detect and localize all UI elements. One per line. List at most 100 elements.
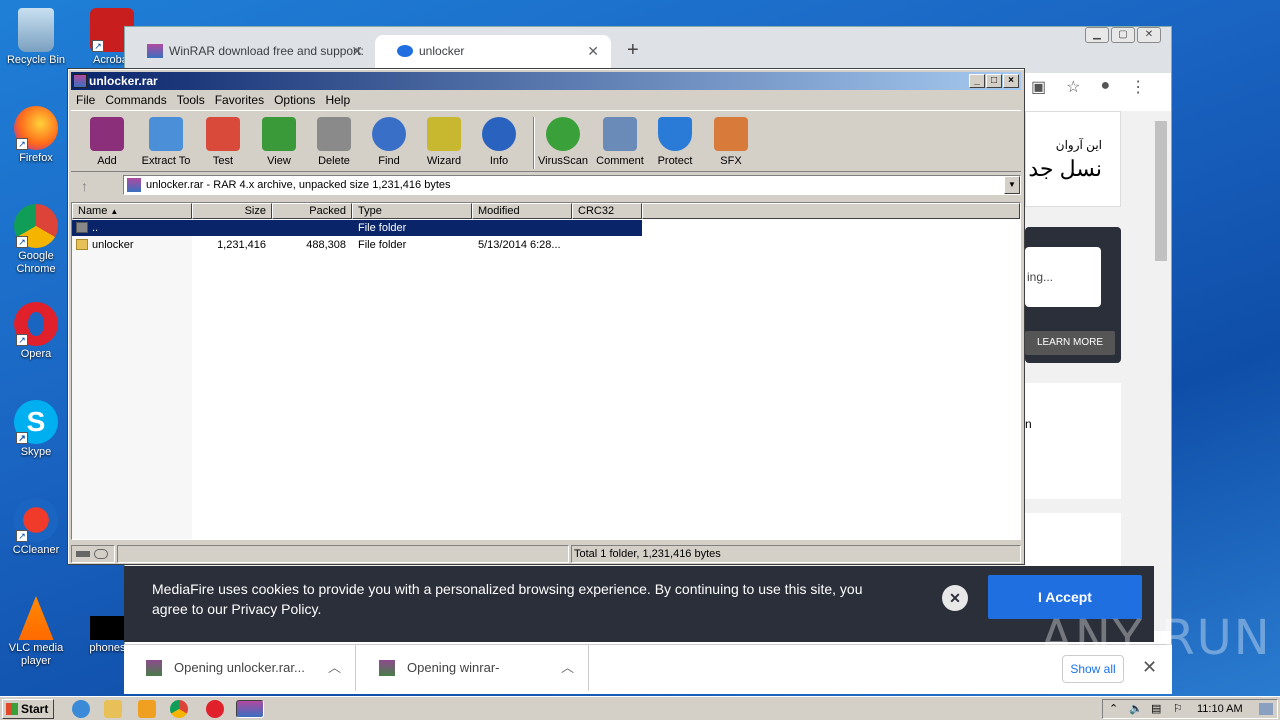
firefox-icon: ↗ [14, 106, 58, 150]
menu-bar: File Commands Tools Favorites Options Help [71, 91, 1021, 109]
toolbar-icons: ▣ ☆ ● ⋮ [1031, 77, 1146, 97]
menu-file[interactable]: File [71, 91, 100, 109]
chrome-taskbar-icon[interactable] [170, 700, 188, 718]
comment-button[interactable]: Comment [592, 117, 648, 167]
view-button[interactable]: View [251, 117, 307, 167]
menu-commands[interactable]: Commands [100, 91, 171, 109]
protect-button[interactable]: Protect [647, 117, 703, 167]
info-button[interactable]: Info [471, 117, 527, 167]
taskbar: Start ⌃ 🔈 ▤ ⚐ 11:10 AM [0, 696, 1280, 720]
desktop-icon-chrome[interactable]: ↗ Google Chrome [0, 204, 72, 276]
winrar-icon [73, 74, 87, 88]
media-player-taskbar-icon[interactable] [138, 700, 156, 718]
cell-modified: 5/13/2014 6:28... [478, 239, 561, 251]
sfx-icon [714, 117, 748, 151]
column-header-crc32[interactable]: CRC32 [572, 203, 642, 219]
tab-close-icon[interactable]: ✕ [587, 35, 599, 67]
menu-tools[interactable]: Tools [172, 91, 210, 109]
sort-arrow-icon: ▲ [110, 207, 119, 216]
menu-help[interactable]: Help [320, 91, 355, 109]
drive-icon [76, 551, 90, 557]
winrar-taskbar-icon[interactable] [236, 700, 264, 718]
toolbar-label: SFX [720, 155, 742, 167]
ad-text-1: این آروان [1055, 138, 1102, 152]
bookmark-star-icon[interactable]: ☆ [1066, 77, 1080, 97]
extract-to-button[interactable]: Extract To [138, 117, 194, 167]
content-panel: n [1025, 383, 1121, 499]
folder-icon [76, 239, 88, 250]
explorer-taskbar-icon[interactable] [104, 700, 122, 718]
profile-icon[interactable]: ● [1100, 77, 1110, 97]
chevron-up-icon[interactable]: ︿ [561, 645, 574, 691]
sfx-button[interactable]: SFX [703, 117, 759, 167]
comment-icon [603, 117, 637, 151]
protect-icon [658, 117, 692, 151]
chrome-icon: ↗ [14, 204, 58, 248]
virusscan-button[interactable]: VirusScan [535, 117, 591, 167]
file-list: Name ▲ Size Packed Type Modified CRC32 .… [71, 202, 1021, 540]
close-button[interactable]: × [1003, 74, 1019, 88]
tray-arrow-icon[interactable]: ⌃ [1109, 700, 1118, 718]
scrollbar-thumb[interactable] [1155, 121, 1167, 261]
dropdown-arrow-icon[interactable]: ▼ [1004, 176, 1020, 194]
clock[interactable]: 11:10 AM [1197, 700, 1243, 718]
toolbar-label: Delete [318, 155, 350, 167]
name-column-bg [72, 219, 192, 539]
desktop-icon-opera[interactable]: ↗ Opera [0, 302, 72, 361]
menu-dots-icon[interactable]: ⋮ [1130, 77, 1146, 97]
column-header-size[interactable]: Size [192, 203, 272, 219]
system-tray: ⌃ 🔈 ▤ ⚐ 11:10 AM [1102, 699, 1278, 719]
table-row[interactable]: unlocker 1,231,416 488,308 File folder 5… [72, 237, 642, 253]
test-button[interactable]: Test [195, 117, 251, 167]
column-header-packed[interactable]: Packed [272, 203, 352, 219]
chevron-up-icon[interactable]: ︿ [328, 645, 341, 691]
minimize-button[interactable]: _ [969, 74, 985, 88]
window-controls: ▁ ▢ ✕ [1085, 27, 1161, 43]
scrollbar[interactable] [1155, 111, 1167, 631]
column-header-type[interactable]: Type [352, 203, 472, 219]
maximize-button[interactable]: □ [986, 74, 1002, 88]
cookie-close-button[interactable]: ✕ [942, 585, 968, 611]
close-window-button[interactable]: ✕ [1137, 27, 1161, 43]
volume-icon[interactable]: 🔈 [1129, 700, 1143, 718]
desktop-icon-skype[interactable]: S ↗ Skype [0, 400, 72, 459]
new-tab-button[interactable]: + [627, 39, 639, 62]
start-button[interactable]: Start [2, 699, 54, 719]
add-button[interactable]: Add [79, 117, 135, 167]
wizard-button[interactable]: Wizard [416, 117, 472, 167]
flag-icon[interactable]: ⚐ [1173, 700, 1183, 718]
maximize-button[interactable]: ▢ [1111, 27, 1135, 43]
minimize-button[interactable]: ▁ [1085, 27, 1109, 43]
column-header-name[interactable]: Name ▲ [72, 203, 192, 219]
desktop-icon-recycle-bin[interactable]: Recycle Bin [0, 8, 72, 67]
download-bar: Opening unlocker.rar... ︿ Opening winrar… [124, 644, 1172, 694]
show-desktop-icon[interactable] [1259, 703, 1273, 715]
ccleaner-icon: ↗ [14, 498, 58, 542]
delete-button[interactable]: Delete [306, 117, 362, 167]
desktop-icon-firefox[interactable]: ↗ Firefox [0, 106, 72, 165]
menu-options[interactable]: Options [269, 91, 320, 109]
network-icon[interactable]: ▤ [1151, 700, 1161, 718]
cell-size: 1,231,416 [217, 239, 266, 251]
winrar-titlebar[interactable]: unlocker.rar _ □ × [71, 72, 1021, 90]
up-arrow-icon[interactable]: ↑ [81, 178, 88, 194]
address-text: unlocker.rar - RAR 4.x archive, unpacked… [146, 179, 451, 191]
toolbar-label: VirusScan [538, 155, 588, 167]
translate-icon[interactable]: ▣ [1031, 77, 1046, 97]
download-item[interactable]: Opening unlocker.rar... ︿ [124, 645, 356, 691]
desktop-icon-ccleaner[interactable]: ↗ CCleaner [0, 498, 72, 557]
find-button[interactable]: Find [361, 117, 417, 167]
download-label: Opening unlocker.rar... [174, 660, 305, 675]
cell-modified [478, 220, 570, 236]
column-header-modified[interactable]: Modified [472, 203, 572, 219]
table-row[interactable]: .. File folder [72, 220, 642, 236]
ad-box: این آروان نسل جد [1025, 111, 1121, 207]
learn-more-button[interactable]: LEARN MORE [1025, 331, 1115, 355]
menu-favorites[interactable]: Favorites [210, 91, 269, 109]
opera-taskbar-icon[interactable] [206, 700, 224, 718]
desktop-icon-vlc[interactable]: VLC media player [0, 596, 72, 668]
tab-close-icon[interactable]: ✕ [351, 35, 363, 67]
ie-taskbar-icon[interactable] [72, 700, 90, 718]
download-item[interactable]: Opening winrar- ︿ [357, 645, 589, 691]
address-field[interactable]: unlocker.rar - RAR 4.x archive, unpacked… [123, 175, 1021, 195]
